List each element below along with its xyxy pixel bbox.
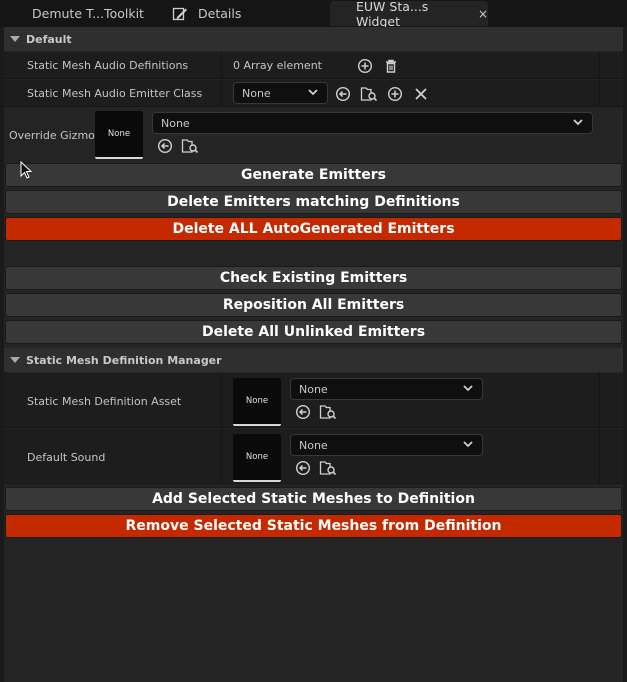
chevron-down-icon [462, 438, 474, 453]
reset-arrow-icon[interactable] [334, 85, 352, 103]
default-sound-dropdown[interactable]: None [290, 434, 483, 456]
collapse-arrow-icon[interactable] [10, 357, 20, 363]
column-divider[interactable] [221, 373, 222, 427]
category-definition-manager[interactable]: Static Mesh Definition Manager [4, 348, 623, 372]
column-divider[interactable] [221, 52, 222, 78]
delete-matching-button[interactable]: Delete Emitters matching Definitions [5, 190, 622, 214]
edit-icon [172, 6, 192, 22]
property-label: Default Sound [27, 451, 106, 464]
trash-icon[interactable] [382, 57, 400, 75]
collapse-arrow-icon[interactable] [10, 36, 20, 42]
add-selected-meshes-button[interactable]: Add Selected Static Meshes to Definition [5, 487, 622, 511]
delete-all-autogenerated-button[interactable]: Delete ALL AutoGenerated Emitters [5, 217, 622, 241]
thumbnail-text: None [245, 396, 269, 406]
array-count: 0 Array element [233, 59, 322, 72]
browse-icon[interactable] [319, 403, 337, 421]
chevron-down-icon [307, 86, 319, 101]
chevron-down-icon [572, 116, 584, 131]
property-row-audio-definitions: Static Mesh Audio Definitions 0 Array el… [4, 52, 623, 79]
clear-icon[interactable] [412, 85, 430, 103]
dropdown-value: None [299, 438, 328, 452]
emitter-class-dropdown[interactable]: None [233, 82, 328, 104]
thumbnail-text: None [107, 129, 131, 139]
browse-icon[interactable] [319, 459, 337, 477]
property-row-definition-asset: Static Mesh Definition Asset None None [4, 373, 623, 428]
property-row-override-gizmo: Override Gizmo None None [4, 108, 623, 162]
reposition-all-button[interactable]: Reposition All Emitters [5, 293, 622, 317]
tab-bar: Demute T...Toolkit Details EUW Sta...s W… [0, 0, 627, 29]
generate-emitters-button[interactable]: Generate Emitters [5, 163, 622, 187]
tab-euw-widget[interactable]: EUW Sta...s Widget × [330, 0, 488, 29]
dropdown-value: None [299, 382, 328, 396]
panel-scrollbar-track[interactable] [623, 27, 627, 682]
close-icon[interactable]: × [478, 7, 488, 21]
dropdown-value: None [242, 86, 271, 100]
property-row-emitter-class: Static Mesh Audio Emitter Class None [4, 80, 623, 107]
thumbnail-text: None [245, 452, 269, 462]
column-divider [599, 373, 600, 427]
browse-icon[interactable] [181, 137, 199, 155]
property-label: Static Mesh Definition Asset [27, 395, 182, 408]
column-divider[interactable] [221, 429, 222, 483]
definition-asset-dropdown[interactable]: None [290, 378, 483, 400]
asset-thumbnail[interactable]: None [95, 111, 143, 159]
check-existing-button[interactable]: Check Existing Emitters [5, 266, 622, 290]
column-divider [599, 52, 600, 78]
asset-thumbnail[interactable]: None [233, 434, 281, 482]
reset-arrow-icon[interactable] [156, 137, 174, 155]
tab-label: EUW Sta...s Widget [356, 0, 429, 29]
override-gizmo-dropdown[interactable]: None [152, 112, 593, 134]
tab-details[interactable]: Details [160, 1, 330, 26]
browse-icon[interactable] [360, 85, 378, 103]
column-divider[interactable] [221, 80, 222, 106]
tab-label: Demute T...Toolkit [32, 6, 144, 21]
mouse-cursor-icon [20, 160, 33, 183]
asset-thumbnail[interactable]: None [233, 378, 281, 426]
column-divider [599, 429, 600, 483]
chevron-down-icon [462, 382, 474, 397]
details-panel: Default Static Mesh Audio Definitions 0 … [0, 27, 627, 682]
category-title: Static Mesh Definition Manager [26, 353, 222, 367]
tab-demute-toolkit[interactable]: Demute T...Toolkit [0, 1, 160, 26]
add-icon[interactable] [386, 85, 404, 103]
property-row-default-sound: Default Sound None None [4, 429, 623, 484]
property-label: Static Mesh Audio Emitter Class [27, 87, 203, 100]
tab-label: Details [198, 6, 242, 21]
reset-arrow-icon[interactable] [294, 403, 312, 421]
remove-selected-meshes-button[interactable]: Remove Selected Static Meshes from Defin… [5, 514, 622, 538]
category-title: Default [26, 32, 72, 46]
reset-arrow-icon[interactable] [294, 459, 312, 477]
category-default[interactable]: Default [4, 27, 623, 51]
dropdown-value: None [161, 116, 190, 130]
property-label: Static Mesh Audio Definitions [27, 59, 189, 72]
column-divider [599, 80, 600, 106]
delete-unlinked-button[interactable]: Delete All Unlinked Emitters [5, 320, 622, 344]
property-label: Override Gizmo [9, 129, 95, 142]
add-icon[interactable] [356, 57, 374, 75]
